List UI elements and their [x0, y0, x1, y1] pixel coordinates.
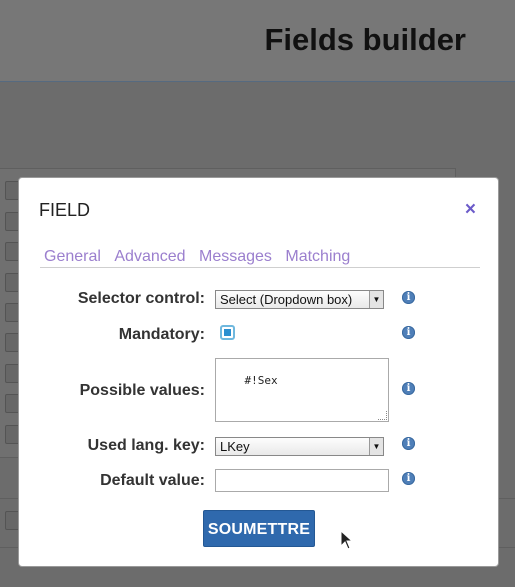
page-header: Fields builder: [0, 0, 515, 82]
default-value-input[interactable]: [215, 469, 389, 492]
possible-values-label: Possible values:: [79, 382, 205, 399]
info-icon[interactable]: i: [402, 291, 415, 304]
selector-control-select[interactable]: Select (Dropdown box) ▼: [215, 290, 384, 309]
dialog-title: FIELD: [39, 200, 91, 220]
used-lang-key-label: Used lang. key:: [87, 437, 205, 454]
close-icon[interactable]: ×: [465, 200, 476, 220]
info-icon[interactable]: i: [402, 472, 415, 485]
field-dialog: FIELD × General Advanced Messages Matchi…: [18, 177, 499, 567]
mandatory-label: Mandatory:: [118, 326, 205, 343]
info-icon[interactable]: i: [402, 437, 415, 450]
resize-grip-icon[interactable]: [378, 411, 387, 420]
selector-control-value: Select (Dropdown box): [220, 292, 353, 307]
possible-values-text: #!Sex: [244, 374, 278, 387]
chevron-down-icon: ▼: [369, 438, 383, 455]
tab-messages[interactable]: Messages: [199, 248, 272, 266]
used-lang-key-select[interactable]: LKey ▼: [215, 437, 384, 456]
selector-control-label: Selector control:: [77, 290, 205, 307]
info-icon[interactable]: i: [402, 382, 415, 395]
submit-button[interactable]: SOUMETTRE: [203, 510, 315, 547]
default-value-label: Default value:: [100, 472, 205, 489]
mandatory-checkbox[interactable]: [220, 325, 235, 340]
info-icon[interactable]: i: [402, 326, 415, 339]
checkbox-checked-mark: [224, 329, 231, 336]
tab-bar: General Advanced Messages Matching: [40, 248, 480, 268]
tab-advanced[interactable]: Advanced: [114, 248, 185, 266]
mouse-cursor-icon: [340, 530, 354, 550]
tab-general[interactable]: General: [44, 248, 101, 266]
chevron-down-icon: ▼: [369, 291, 383, 308]
used-lang-key-value: LKey: [220, 439, 250, 454]
possible-values-textarea[interactable]: #!Sex: [215, 358, 389, 422]
tab-matching[interactable]: Matching: [285, 248, 350, 266]
page-title: Fields builder: [264, 22, 466, 57]
